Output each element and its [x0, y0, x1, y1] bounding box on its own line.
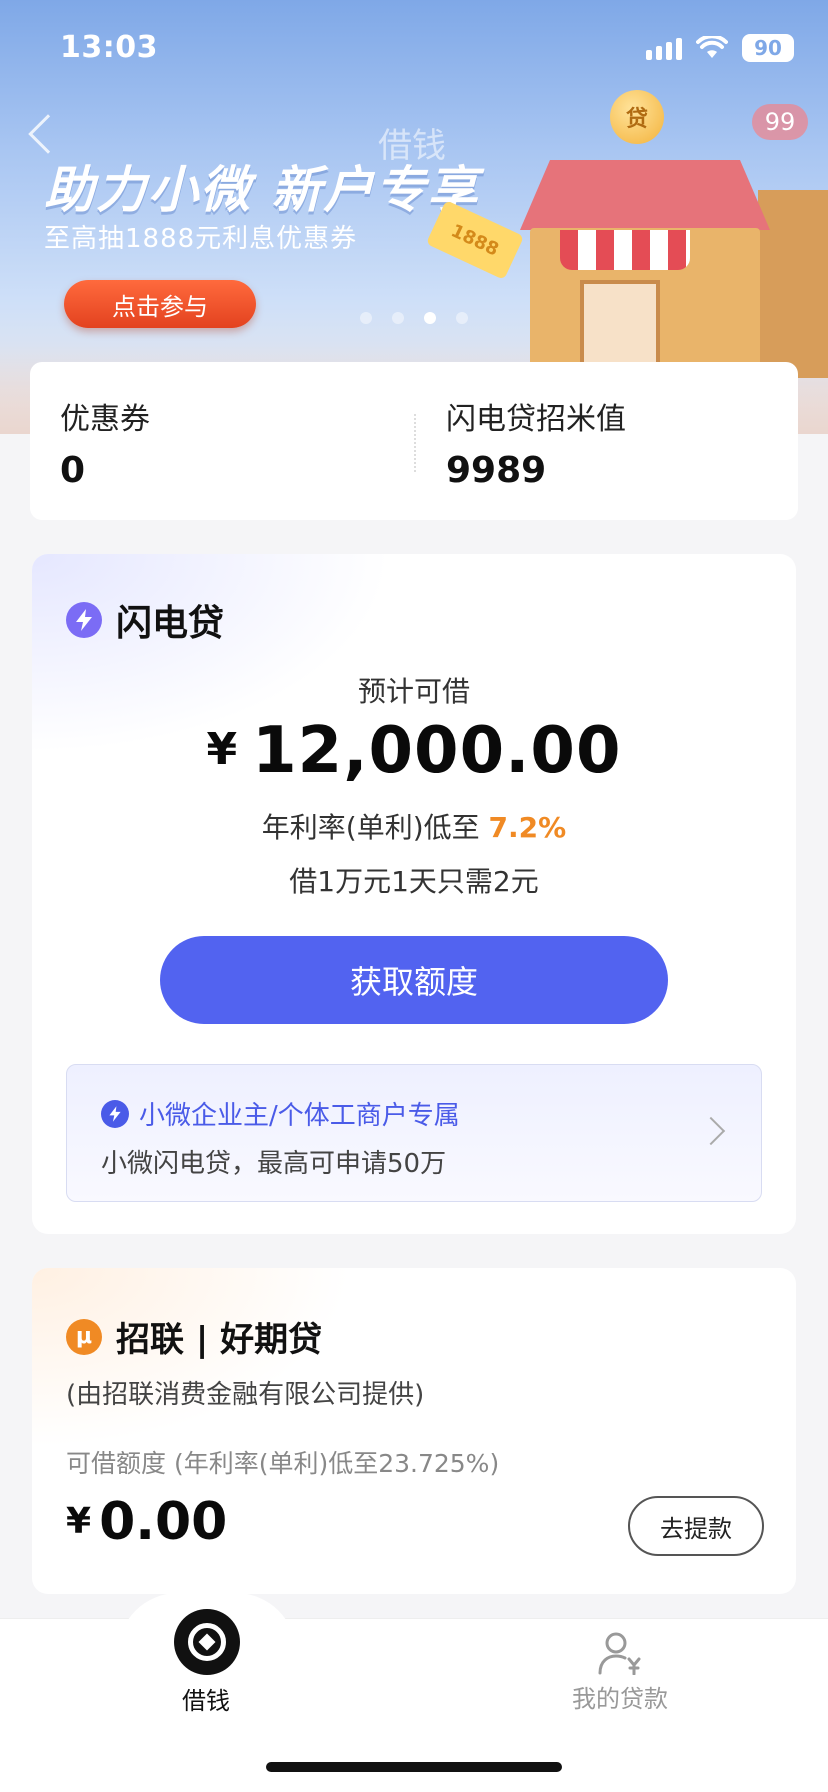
provider-logo-icon: μ — [66, 1318, 102, 1355]
currency-symbol: ¥ — [66, 1501, 92, 1542]
limit-label: 可借额度 (年利率(单利)低至23.725%) — [66, 1449, 500, 1478]
pagination-dot — [456, 312, 468, 324]
installment-loan-card: μ 招联 | 好期贷 (由招联消费金融有限公司提供) 可借额度 (年利率(单利)… — [32, 1268, 796, 1594]
banner-title: 助力小微 新户专享 — [44, 161, 480, 219]
pagination-dot-active — [424, 312, 436, 324]
currency-symbol: ¥ — [206, 724, 239, 775]
user-yuan-icon — [598, 1632, 641, 1675]
home-indicator — [266, 1762, 562, 1772]
score-label: 闪电贷招米值 — [446, 402, 626, 437]
lightning-icon — [101, 1099, 129, 1128]
tab-borrow-label: 借钱 — [182, 1687, 230, 1715]
promo-subtitle: 小微闪电贷，最高可申请50万 — [101, 1149, 447, 1179]
amount-value: 12,000.00 — [252, 714, 622, 788]
score-value: 9989 — [446, 450, 547, 491]
banner-subtitle: 至高抽1888元利息优惠券 — [44, 224, 358, 254]
promo-title: 小微企业主/个体工商户专属 — [139, 1101, 460, 1131]
coin-icon: 贷 — [610, 90, 664, 144]
score-stat[interactable]: 闪电贷招米值 9989 — [446, 394, 626, 491]
coupons-label: 优惠券 — [60, 402, 150, 437]
divider — [414, 414, 416, 472]
coupons-value: 0 — [60, 450, 86, 491]
card2-name: 招联 | 好期贷 — [116, 1320, 323, 1360]
loan-header: 闪电贷 — [66, 594, 224, 646]
withdraw-button[interactable]: 去提款 — [628, 1496, 764, 1556]
signal-icon — [646, 36, 682, 60]
shop-illustration: 贷 — [510, 90, 828, 380]
interest-rate: 年利率(单利)低至 7.2% — [32, 806, 796, 846]
pagination-dot — [360, 312, 372, 324]
available-amount: ¥0.00 — [66, 1492, 227, 1552]
small-business-promo[interactable]: 小微企业主/个体工商户专属 小微闪电贷，最高可申请50万 — [66, 1064, 762, 1202]
provider-note: (由招联消费金融有限公司提供) — [66, 1380, 425, 1410]
banner-pagination — [360, 312, 468, 324]
flash-loan-card: 闪电贷 预计可借 ¥12,000.00 年利率(单利)低至 7.2% 借1万元1… — [32, 554, 796, 1234]
banner-join-button[interactable]: 点击参与 — [64, 280, 256, 328]
rate-value: 7.2% — [488, 811, 567, 844]
promo-title-row: 小微企业主/个体工商户专属 — [101, 1095, 460, 1132]
estimated-amount: ¥12,000.00 — [32, 714, 796, 788]
chevron-right-icon — [696, 1116, 726, 1146]
stats-card: 优惠券 0 闪电贷招米值 9989 — [30, 362, 798, 520]
rate-prefix: 年利率(单利)低至 — [261, 811, 480, 844]
coupons-stat[interactable]: 优惠券 0 — [60, 394, 150, 491]
estimated-label: 预计可借 — [357, 675, 470, 708]
amount-value: 0.00 — [99, 1492, 228, 1552]
card2-header: μ 招联 | 好期贷 — [66, 1312, 322, 1361]
pagination-dot — [392, 312, 404, 324]
status-bar-icons: 90 — [646, 34, 794, 62]
battery-icon: 90 — [742, 34, 794, 62]
tab-my-loans-label: 我的贷款 — [572, 1685, 668, 1713]
status-time: 13:03 — [60, 30, 158, 65]
loan-name: 闪电贷 — [116, 603, 225, 644]
borrow-icon — [174, 1609, 240, 1675]
get-credit-button[interactable]: 获取额度 — [160, 936, 668, 1024]
back-icon[interactable] — [28, 114, 68, 154]
wifi-icon — [696, 36, 728, 58]
lightning-icon — [66, 602, 102, 638]
daily-cost: 借1万元1天只需2元 — [289, 865, 539, 898]
